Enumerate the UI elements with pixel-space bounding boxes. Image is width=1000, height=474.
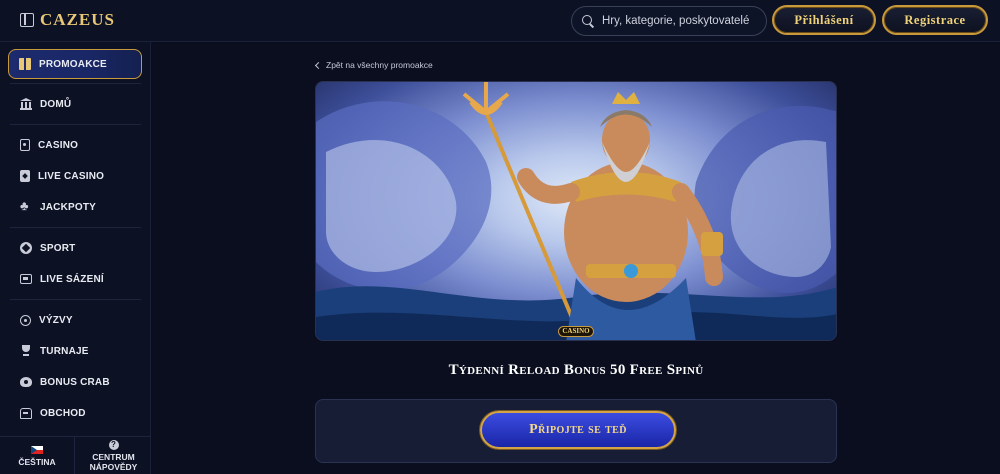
poseidon-illustration	[316, 82, 836, 340]
help-label-line-1: CENTRUM	[92, 452, 135, 462]
chevron-left-icon	[314, 61, 323, 69]
live-tv-icon	[20, 274, 32, 284]
sidebar-item-label: JACKPOTY	[40, 201, 97, 213]
register-button[interactable]: Registrace	[882, 5, 988, 35]
join-now-button[interactable]: Připojte se teď	[480, 411, 676, 449]
sidebar-divider	[10, 124, 141, 125]
help-center-button[interactable]: ? CENTRUM NÁPOVĚDY	[76, 437, 151, 474]
sidebar-item-sport[interactable]: SPORT	[20, 239, 75, 257]
medal-icon	[20, 314, 31, 326]
back-to-promotions-link[interactable]: Zpět na všechny promoakce	[314, 60, 433, 70]
gift-icon	[19, 58, 31, 70]
sidebar-item-domu[interactable]: DOMŮ	[20, 95, 71, 113]
crab-icon	[20, 377, 32, 387]
cazeus-logo[interactable]: CAZEUS	[40, 10, 115, 30]
help-label-line-2: NÁPOVĚDY	[89, 462, 138, 472]
sidebar-item-label: PROMOAKCE	[39, 58, 107, 70]
sidebar-item-promoakce[interactable]: PROMOAKCE	[8, 49, 142, 79]
sidebar-item-label: BONUS CRAB	[40, 376, 110, 388]
sidebar-item-live-casino[interactable]: LIVE CASINO	[20, 167, 104, 185]
help-icon: ?	[108, 440, 119, 450]
sidebar-footer: ČEŠTINA ? CENTRUM NÁPOVĚDY	[0, 436, 151, 474]
card-icon	[20, 170, 30, 182]
trophy-icon	[20, 345, 32, 357]
slot-cards-icon	[20, 139, 30, 151]
sidebar-item-label: LIVE SÁZENÍ	[40, 273, 104, 285]
sidebar-item-turnaje[interactable]: TURNAJE	[20, 342, 89, 360]
sidebar-item-live-sazeni[interactable]: LIVE SÁZENÍ	[20, 270, 104, 288]
czech-flag-icon	[31, 445, 43, 454]
search-input[interactable]	[601, 15, 766, 27]
sidebar-divider	[10, 83, 141, 84]
soccer-ball-icon	[20, 242, 32, 254]
casino-badge: CASINO	[558, 326, 594, 337]
sidebar-item-label: DOMŮ	[40, 98, 72, 110]
language-selector[interactable]: ČEŠTINA	[0, 437, 75, 474]
sidebar-item-bonus-crab[interactable]: BONUS CRAB	[20, 373, 110, 391]
sidebar-divider	[10, 227, 141, 228]
sidebar-toggle-icon[interactable]	[20, 13, 34, 27]
cta-panel: Připojte se teď	[315, 399, 837, 463]
sidebar-item-label: VÝZVY	[39, 314, 73, 326]
sidebar-item-casino[interactable]: CASINO	[20, 136, 78, 154]
sidebar-item-label: OBCHOD	[40, 407, 86, 419]
sidebar-item-label: SPORT	[40, 242, 76, 254]
clover-icon	[20, 198, 32, 213]
promo-title: Týdenní Reload Bonus 50 Free Spinů	[448, 362, 704, 378]
search-bar[interactable]	[571, 6, 767, 36]
language-label: ČEŠTINA	[18, 456, 56, 467]
sidebar-item-label: TURNAJE	[40, 345, 89, 357]
bank-icon	[20, 98, 32, 110]
sidebar-item-label: LIVE CASINO	[38, 170, 105, 182]
back-link-label: Zpět na všechny promoakce	[326, 60, 433, 70]
sidebar-item-label: CASINO	[38, 139, 79, 151]
promo-banner-image: CASINO	[315, 81, 837, 341]
sidebar-item-jackpoty[interactable]: JACKPOTY	[20, 198, 96, 216]
login-button[interactable]: Přihlášení	[772, 5, 876, 35]
sidebar: PROMOAKCE DOMŮ CASINO LIVE CASINO JACKPO…	[0, 42, 151, 474]
search-icon	[582, 15, 594, 27]
top-header: CAZEUS Přihlášení Registrace	[0, 0, 1000, 42]
sidebar-item-vyzvy[interactable]: VÝZVY	[20, 311, 73, 329]
sidebar-divider	[10, 299, 141, 300]
shop-icon	[20, 407, 32, 419]
sidebar-item-obchod[interactable]: OBCHOD	[20, 404, 86, 422]
